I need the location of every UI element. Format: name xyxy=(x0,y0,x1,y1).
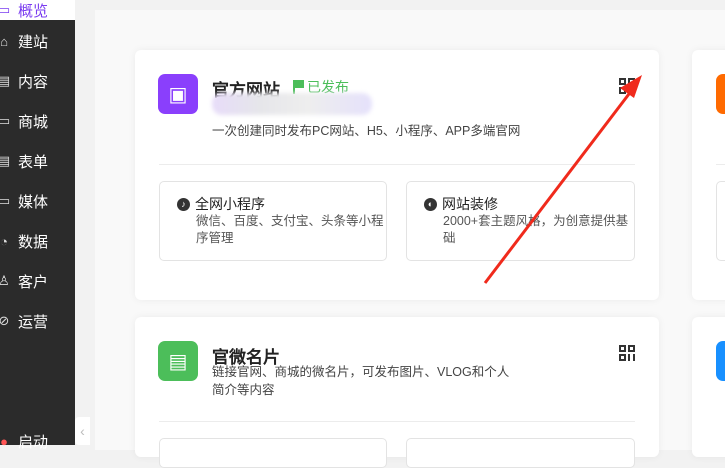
annotation-arrow xyxy=(483,75,642,284)
